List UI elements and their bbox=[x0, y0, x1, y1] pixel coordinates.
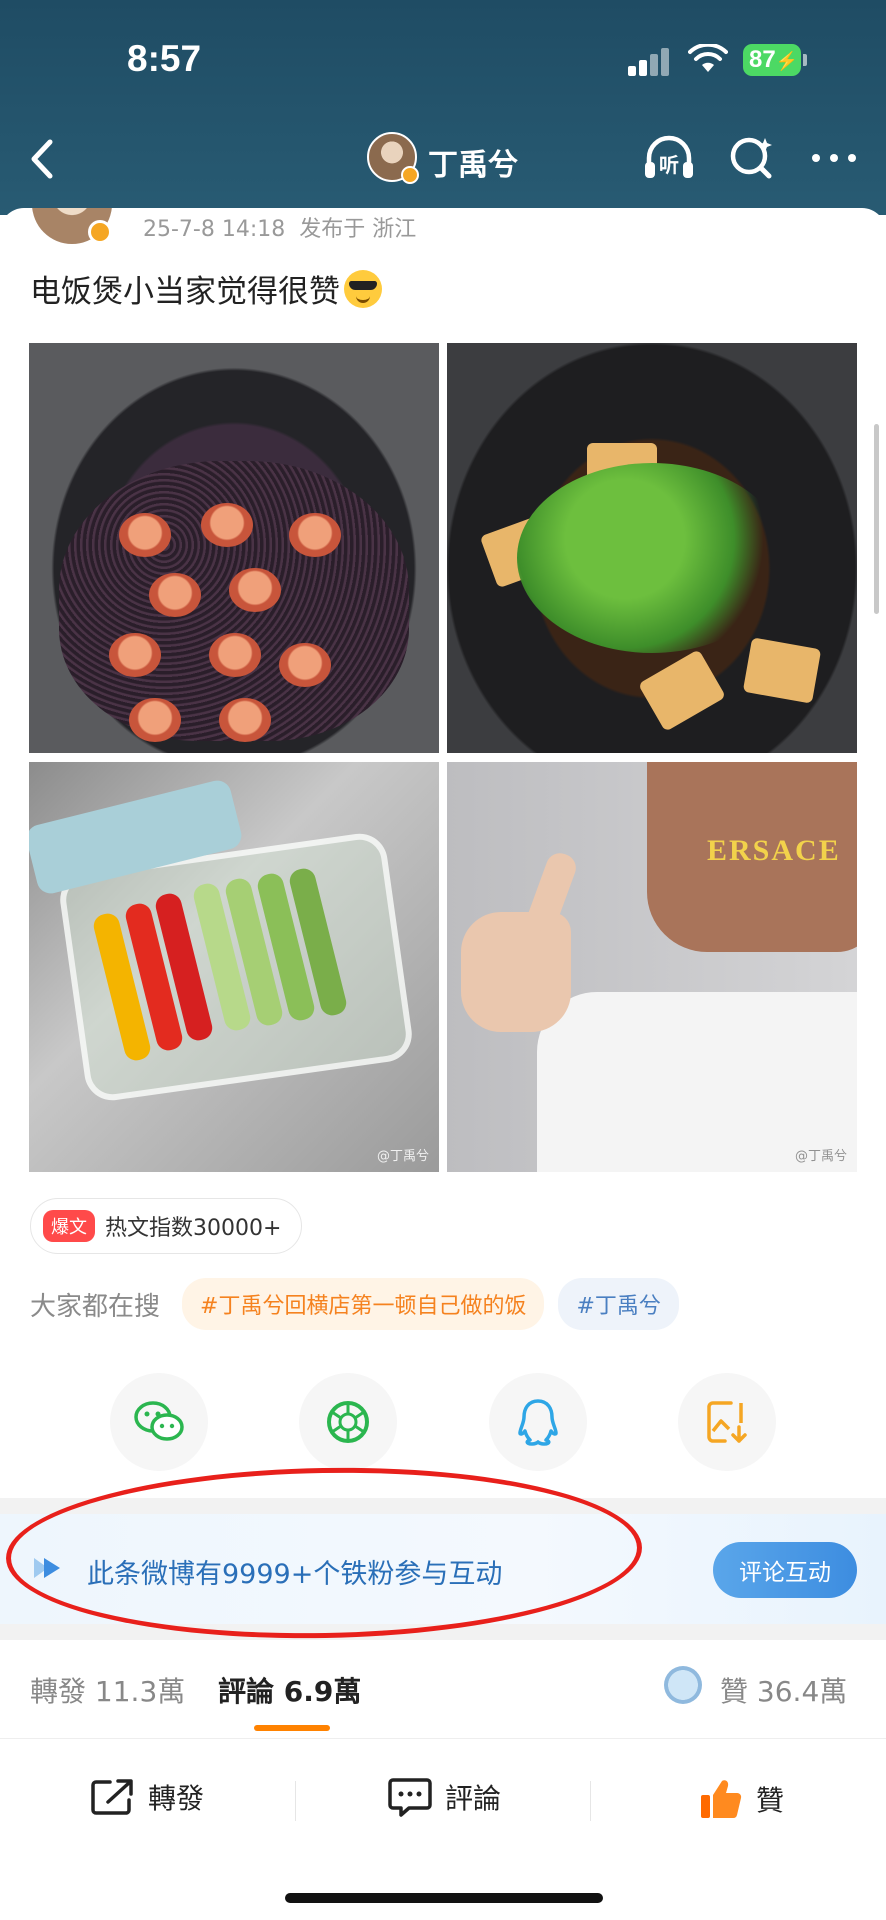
listen-headphone-icon[interactable]: 听 bbox=[641, 130, 697, 186]
like-button-label: 贊 bbox=[756, 1784, 785, 1817]
trending-label: 大家都在搜 bbox=[30, 1291, 161, 1322]
author-name[interactable]: 丁禹兮 bbox=[428, 140, 518, 184]
top-header: 8:57 87⚡ 丁禹兮 听 bbox=[0, 0, 886, 215]
post-body: 电饭煲小当家觉得很赞 bbox=[30, 274, 340, 310]
like-tab[interactable]: 贊 36.4萬 bbox=[720, 1670, 847, 1710]
verified-badge-icon bbox=[88, 220, 112, 244]
bottom-action-bar: 轉發 評論 贊 bbox=[0, 1738, 886, 1860]
battery-indicator: 87⚡ bbox=[743, 44, 807, 76]
comment-count: 6.9萬 bbox=[283, 1675, 362, 1708]
share-qq-button[interactable] bbox=[489, 1373, 587, 1471]
moments-icon bbox=[327, 1401, 369, 1443]
home-indicator bbox=[285, 1893, 603, 1903]
active-tab-indicator bbox=[254, 1725, 330, 1731]
post-location: 发布于 浙江 bbox=[299, 217, 417, 242]
sunglasses-emoji-icon bbox=[344, 270, 382, 308]
trending-search-row: 大家都在搜 #丁禹兮回横店第一顿自己做的饭 #丁禹兮 bbox=[30, 1278, 679, 1330]
photo-stew-with-herbs[interactable] bbox=[447, 343, 857, 753]
like-tab-label: 贊 bbox=[720, 1675, 749, 1708]
action-separator bbox=[295, 1781, 296, 1821]
post-meta: 25-7-8 14:18 发布于 浙江 bbox=[143, 211, 416, 243]
share-wechat-button[interactable] bbox=[110, 1373, 208, 1471]
wifi-icon bbox=[688, 44, 728, 72]
save-image-button[interactable] bbox=[678, 1373, 776, 1471]
photo-watermark: @丁禹兮 bbox=[376, 1149, 429, 1164]
save-image-icon bbox=[707, 1401, 747, 1443]
repost-button[interactable]: 轉發 bbox=[90, 1777, 204, 1817]
more-options-icon[interactable] bbox=[810, 150, 858, 166]
battery-level: 87 bbox=[749, 46, 776, 73]
action-separator bbox=[590, 1781, 591, 1821]
repost-tab-label: 轉發 bbox=[30, 1675, 87, 1708]
photo-watermark: @丁禹兮 bbox=[794, 1149, 847, 1164]
hot-index-text: 热文指数30000+ bbox=[105, 1216, 282, 1241]
cellular-signal-icon bbox=[628, 48, 670, 76]
topic-tag[interactable]: #丁禹兮 bbox=[558, 1278, 679, 1330]
svg-text:听: 听 bbox=[659, 153, 679, 177]
hot-article-chip[interactable]: 爆文 热文指数30000+ bbox=[30, 1198, 303, 1254]
hot-badge: 爆文 bbox=[43, 1210, 95, 1242]
comment-interaction-button[interactable]: 评论互动 bbox=[713, 1542, 857, 1598]
comment-tab[interactable]: 評論 6.9萬 bbox=[218, 1670, 361, 1710]
wechat-icon bbox=[134, 1401, 184, 1441]
photo-rice-cooker-sausage[interactable] bbox=[29, 343, 439, 753]
interaction-stats: 轉發 11.3萬 評論 6.9萬 贊 36.4萬 bbox=[0, 1640, 886, 1740]
verified-badge-icon bbox=[401, 166, 419, 184]
comment-button[interactable]: 評論 bbox=[387, 1777, 501, 1817]
status-time: 8:57 bbox=[127, 38, 202, 79]
post-content: 25-7-8 14:18 发布于 浙江 电饭煲小当家觉得很赞 @丁禹兮 ERSA… bbox=[0, 208, 886, 1920]
comment-button-label: 評論 bbox=[445, 1782, 502, 1815]
repost-icon bbox=[91, 1779, 133, 1815]
post-author-avatar[interactable] bbox=[32, 208, 112, 244]
repost-count: 11.3萬 bbox=[94, 1675, 186, 1708]
search-icon[interactable] bbox=[727, 132, 775, 182]
repost-button-label: 轉發 bbox=[148, 1782, 205, 1815]
scrollbar[interactable] bbox=[874, 424, 879, 614]
liker-avatar bbox=[664, 1666, 702, 1704]
author-avatar[interactable] bbox=[367, 132, 419, 184]
repost-tab[interactable]: 轉發 11.3萬 bbox=[30, 1670, 185, 1710]
photo-thumbs-up-selfie[interactable]: ERSACE @丁禹兮 bbox=[447, 762, 857, 1172]
back-button[interactable] bbox=[22, 134, 62, 184]
cap-logo: ERSACE bbox=[707, 834, 841, 867]
share-moments-button[interactable] bbox=[299, 1373, 397, 1471]
like-count: 36.4萬 bbox=[756, 1675, 848, 1708]
photo-vegetable-container[interactable]: @丁禹兮 bbox=[29, 762, 439, 1172]
thumbs-up-icon bbox=[701, 1780, 742, 1819]
post-text: 电饭煲小当家觉得很赞 bbox=[30, 266, 382, 311]
qq-icon bbox=[518, 1399, 558, 1446]
post-date: 25-7-8 14:18 bbox=[143, 217, 286, 242]
like-button[interactable]: 贊 bbox=[698, 1777, 784, 1821]
topic-tag[interactable]: #丁禹兮回横店第一顿自己做的饭 bbox=[182, 1278, 545, 1330]
comment-tab-label: 評論 bbox=[218, 1675, 275, 1708]
comment-icon bbox=[388, 1778, 432, 1817]
